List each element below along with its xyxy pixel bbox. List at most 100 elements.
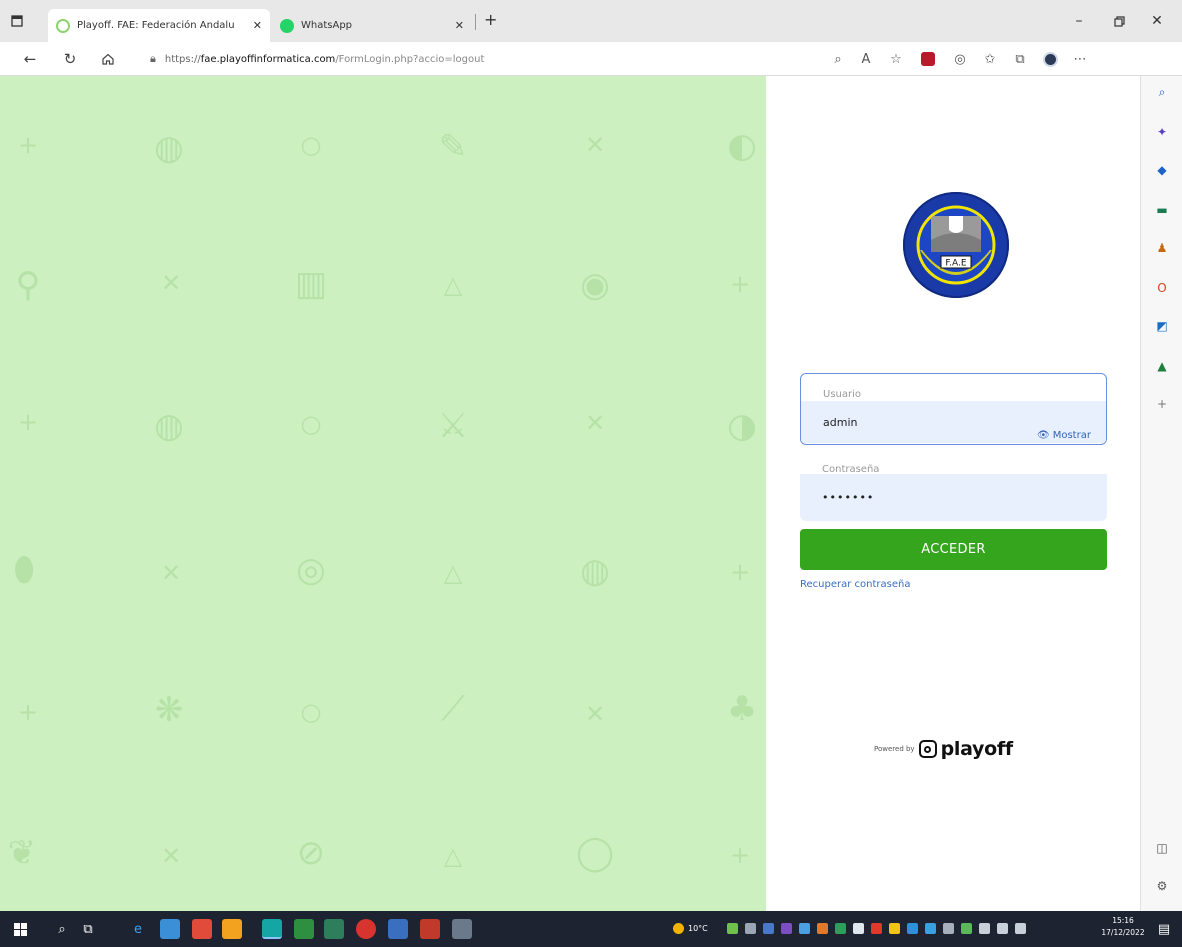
volume-icon[interactable] bbox=[1015, 923, 1026, 934]
baseball-icon: ◯ bbox=[575, 833, 615, 873]
bicycle-icon: ⚲ bbox=[15, 265, 41, 305]
app-icon[interactable] bbox=[324, 919, 344, 939]
hide-sidebar-icon[interactable]: ◫ bbox=[1154, 840, 1170, 856]
app-icon[interactable] bbox=[452, 919, 472, 939]
new-tab-icon[interactable]: + bbox=[484, 10, 497, 29]
bat-icon: ⟋ bbox=[441, 689, 465, 729]
cross-icon: ✕ bbox=[584, 409, 606, 437]
network-icon[interactable] bbox=[997, 923, 1008, 934]
app-icon[interactable] bbox=[356, 919, 376, 939]
refresh-icon[interactable]: ↻ bbox=[60, 49, 80, 69]
tab-playoff[interactable]: Playoff. FAE: Federación Andalu ✕ bbox=[48, 9, 270, 42]
favorites-add-icon[interactable]: ☆ bbox=[886, 49, 906, 69]
edge-icon[interactable] bbox=[262, 919, 282, 939]
tray-icon[interactable] bbox=[925, 923, 936, 934]
skis-icon: ▥ bbox=[294, 264, 328, 304]
tray-icon[interactable] bbox=[835, 923, 846, 934]
minimize-icon[interactable]: – bbox=[1064, 8, 1094, 34]
browser-essentials-icon[interactable]: ◎ bbox=[950, 49, 970, 69]
read-aloud-icon[interactable]: A bbox=[856, 49, 876, 69]
basketball-icon: ◍ bbox=[154, 128, 184, 168]
cross-icon: ✕ bbox=[160, 842, 182, 870]
windows-start-icon[interactable] bbox=[10, 919, 30, 939]
playoff-favicon-icon bbox=[56, 18, 70, 33]
chrome-icon[interactable] bbox=[192, 919, 212, 939]
tray-icon[interactable] bbox=[907, 923, 918, 934]
excel-icon[interactable] bbox=[294, 919, 314, 939]
login-button[interactable]: ACCEDER bbox=[800, 529, 1107, 570]
games-icon[interactable]: ♟ bbox=[1154, 240, 1170, 256]
weather-widget[interactable]: 10°C bbox=[673, 923, 708, 934]
url-host: fae.playoffinformatica.com bbox=[200, 53, 336, 65]
close-window-icon[interactable]: ✕ bbox=[1142, 8, 1172, 34]
tray-icon[interactable] bbox=[781, 923, 792, 934]
shopping-icon[interactable]: ◆ bbox=[1154, 162, 1170, 178]
home-icon[interactable] bbox=[98, 49, 118, 69]
tree-icon[interactable]: ▲ bbox=[1154, 358, 1170, 374]
discover-icon[interactable]: ✦ bbox=[1154, 124, 1170, 140]
more-options-icon[interactable]: ⋯ bbox=[1070, 49, 1090, 69]
lock-icon: 🔒︎ bbox=[150, 52, 156, 65]
plus-icon: + bbox=[17, 408, 39, 436]
tab-title: Playoff. FAE: Federación Andalu bbox=[77, 20, 235, 31]
recover-password-link[interactable]: Recuperar contraseña bbox=[800, 579, 910, 590]
search-icon[interactable]: ⌕ bbox=[1154, 84, 1170, 100]
tray-icon[interactable] bbox=[961, 923, 972, 934]
search-icon[interactable]: ⌕ bbox=[52, 919, 72, 939]
circle-icon: ○ bbox=[300, 410, 322, 438]
disc-icon: ◉ bbox=[580, 265, 610, 305]
windows-taskbar: ⌕ ⧉ e 10°C 15:16 17/12/2022 ▤ bbox=[0, 911, 1182, 947]
internet-explorer-icon[interactable]: e bbox=[128, 919, 148, 939]
task-view-icon[interactable]: ⧉ bbox=[78, 919, 98, 939]
notifications-icon[interactable]: ▤ bbox=[1154, 919, 1174, 939]
tab-title: WhatsApp bbox=[301, 20, 353, 31]
tray-icon[interactable] bbox=[979, 923, 990, 934]
tray-icon[interactable] bbox=[943, 923, 954, 934]
circle-icon: ○ bbox=[300, 698, 322, 726]
app-icon[interactable] bbox=[222, 919, 242, 939]
settings-gear-icon[interactable]: ⚙ bbox=[1154, 878, 1170, 894]
tray-icon[interactable] bbox=[799, 923, 810, 934]
tray-icon[interactable] bbox=[763, 923, 774, 934]
profile-icon[interactable] bbox=[1040, 49, 1060, 69]
basketball-icon: ◍ bbox=[154, 406, 184, 446]
password-field[interactable]: Contraseña ••••••• bbox=[800, 449, 1107, 521]
add-sidebar-item-icon[interactable]: + bbox=[1154, 396, 1170, 412]
address-bar[interactable]: 🔒︎ https:// fae.playoffinformatica.com /… bbox=[150, 48, 830, 70]
tray-icon[interactable] bbox=[871, 923, 882, 934]
volleyball-icon: ◐ bbox=[727, 126, 757, 166]
tab-actions-icon[interactable] bbox=[2, 8, 32, 34]
edge-sidebar: ⌕ ✦ ◆ ▬ ♟ O ◩ ▲ + ◫ ⚙ bbox=[1140, 76, 1182, 911]
tray-icon[interactable] bbox=[889, 923, 900, 934]
collections-icon[interactable]: ⧉ bbox=[1010, 49, 1030, 69]
tab-whatsapp[interactable]: WhatsApp ✕ bbox=[272, 9, 472, 42]
mushroom-icon: ♣ bbox=[726, 689, 758, 729]
plus-icon: + bbox=[17, 131, 39, 159]
app-icon[interactable] bbox=[420, 919, 440, 939]
triangle-icon: △ bbox=[443, 559, 463, 587]
search-page-icon[interactable]: ⌕ bbox=[828, 49, 848, 69]
show-password-toggle[interactable]: 👁︎ Mostrar bbox=[1037, 430, 1091, 441]
office-icon[interactable]: O bbox=[1154, 280, 1170, 296]
cross-icon: ✕ bbox=[160, 559, 182, 587]
url-path: /FormLogin.php?accio=logout bbox=[335, 53, 485, 65]
cross-icon: ✕ bbox=[584, 131, 606, 159]
outlook-icon[interactable]: ◩ bbox=[1154, 318, 1170, 334]
restore-icon[interactable] bbox=[1104, 8, 1134, 34]
back-icon[interactable]: ← bbox=[20, 49, 40, 69]
tray-icon[interactable] bbox=[727, 923, 738, 934]
powered-by-playoff: Powered by playoff bbox=[874, 738, 1013, 760]
file-explorer-icon[interactable] bbox=[160, 919, 180, 939]
tray-icon[interactable] bbox=[853, 923, 864, 934]
close-tab-icon[interactable]: ✕ bbox=[253, 19, 262, 32]
tray-icon[interactable] bbox=[745, 923, 756, 934]
tray-icon[interactable] bbox=[817, 923, 828, 934]
system-clock[interactable]: 15:16 17/12/2022 bbox=[1098, 915, 1148, 939]
favorites-icon[interactable]: ✩ bbox=[980, 49, 1000, 69]
close-tab-icon[interactable]: ✕ bbox=[455, 19, 464, 32]
extension-icon[interactable] bbox=[918, 49, 938, 69]
password-input[interactable]: ••••••• bbox=[800, 474, 1107, 521]
app-icon[interactable] bbox=[388, 919, 408, 939]
tools-icon[interactable]: ▬ bbox=[1154, 202, 1170, 218]
tennis-ball-icon: ◑ bbox=[727, 406, 757, 446]
